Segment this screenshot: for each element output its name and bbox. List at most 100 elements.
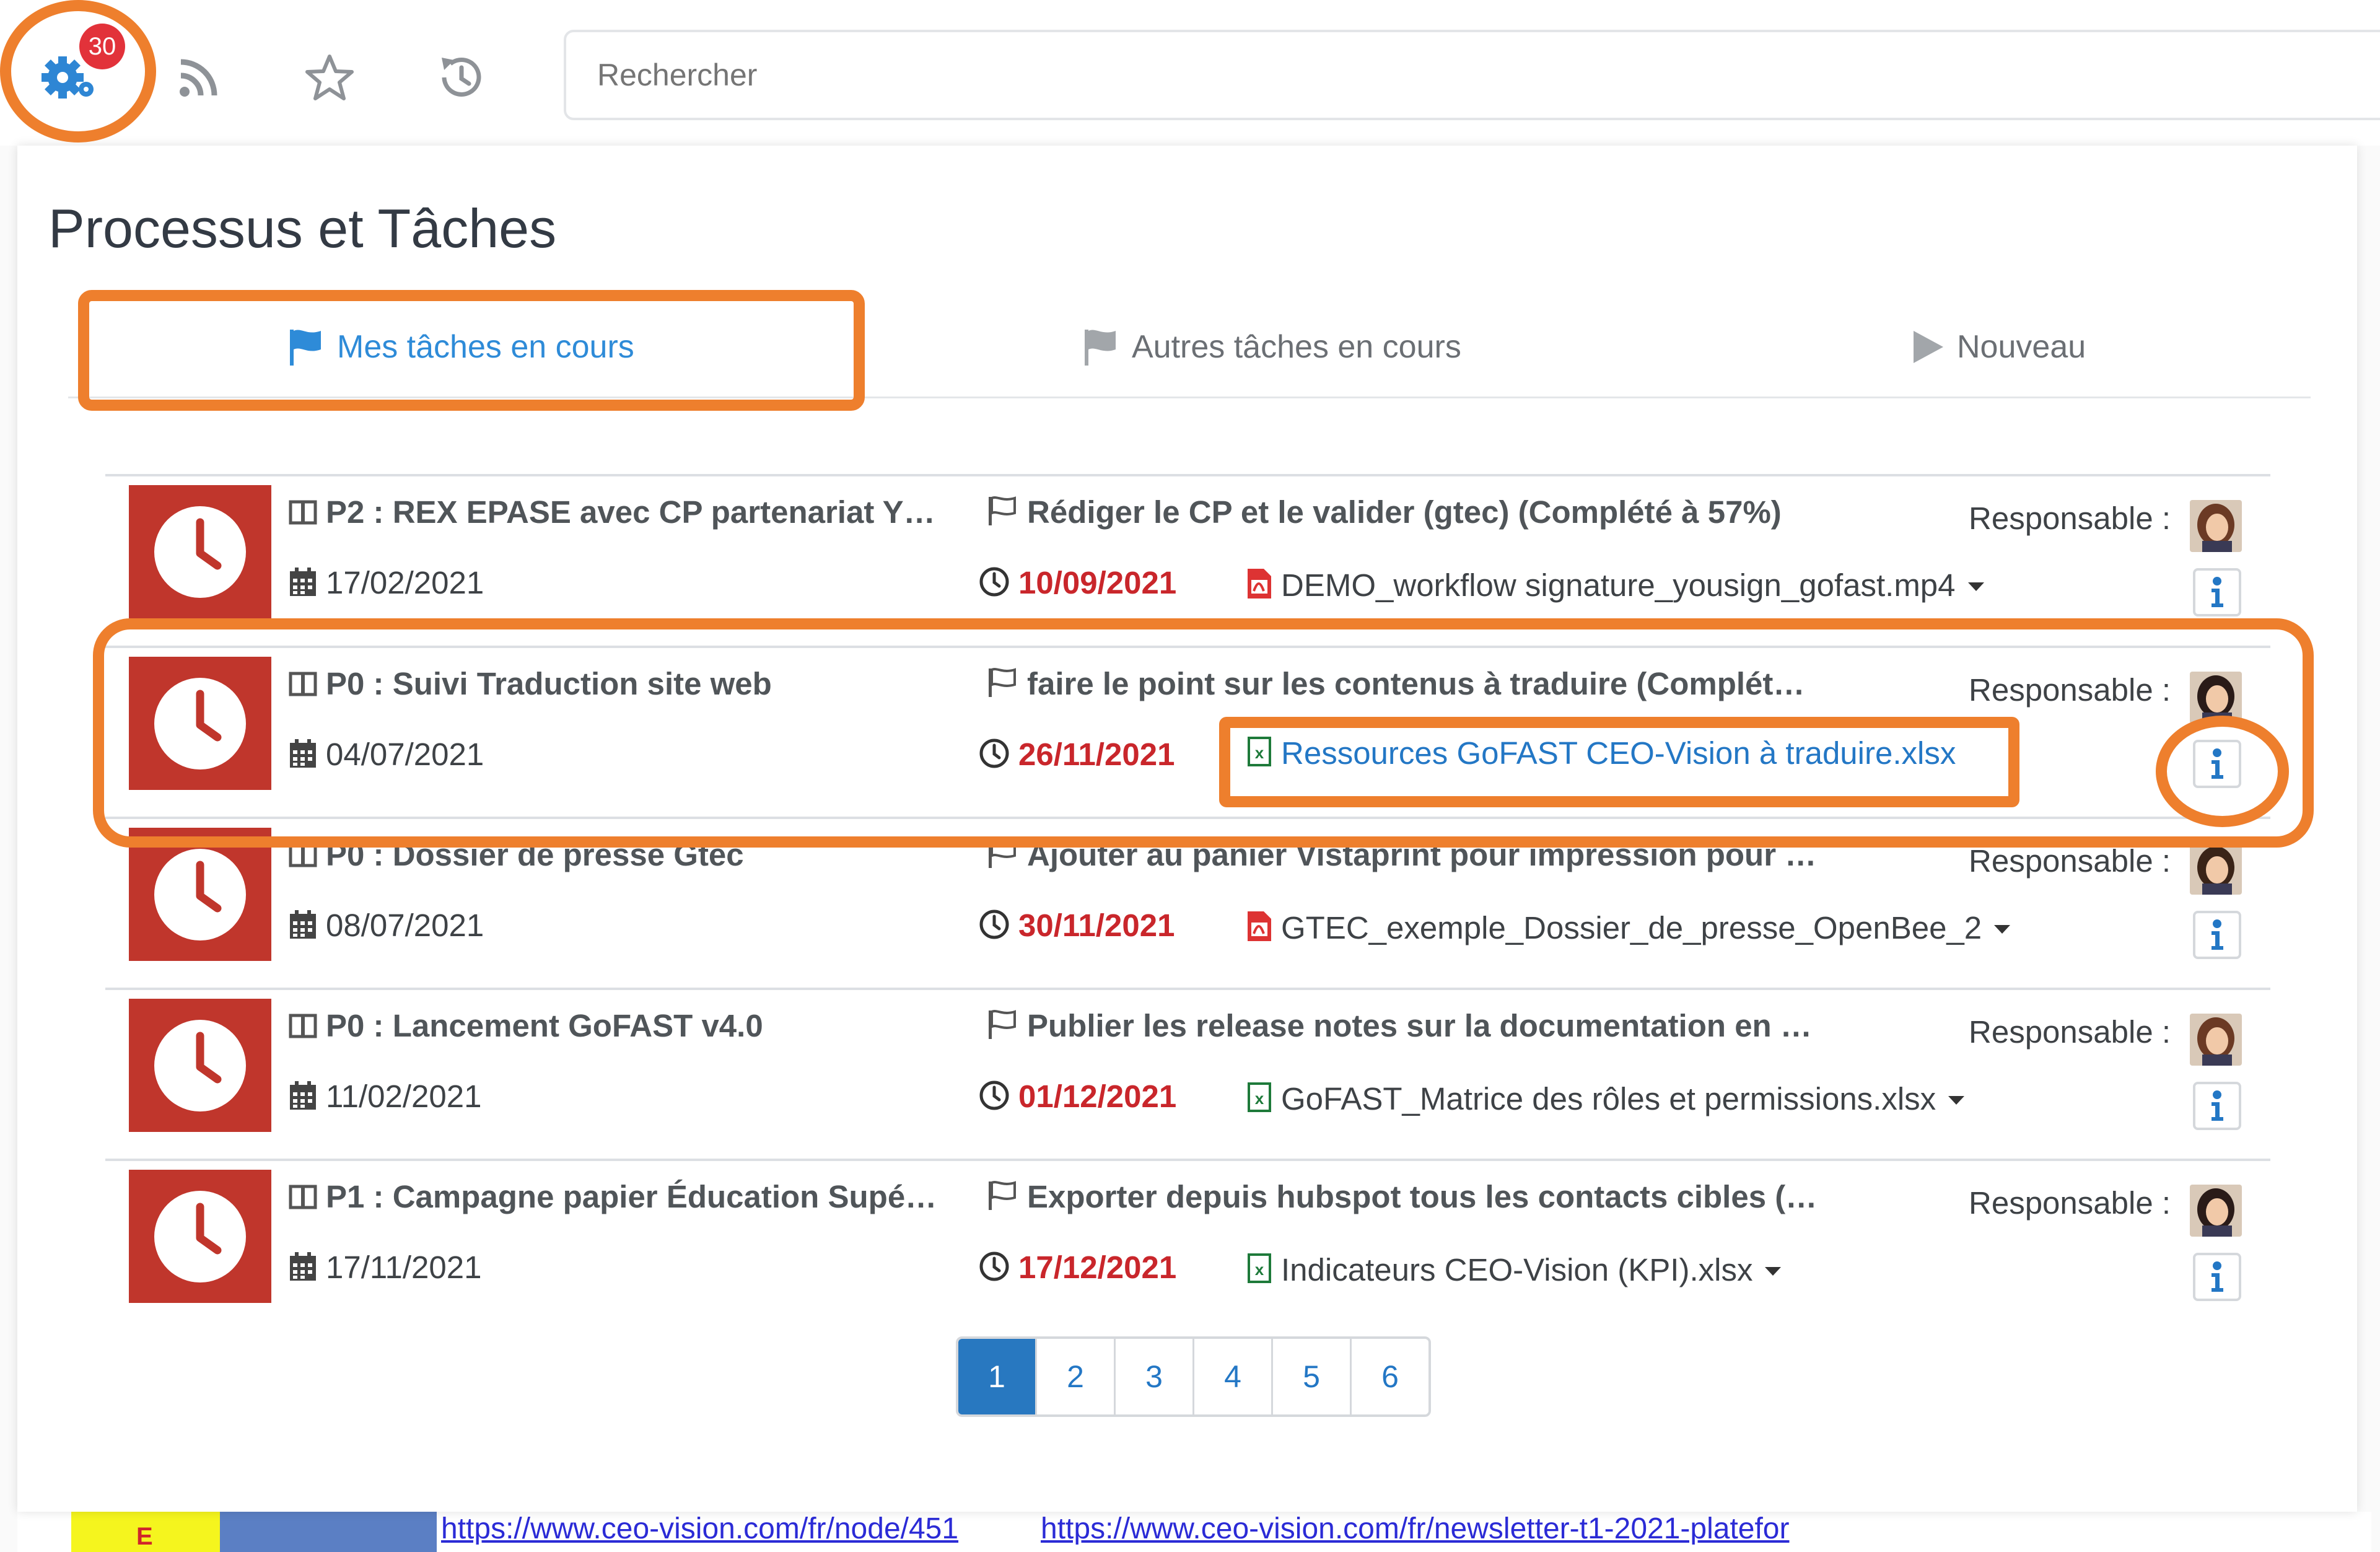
flag-outline-icon [986, 1008, 1018, 1048]
responsable-label: Responsable : [1969, 1014, 2171, 1050]
task-label: Rédiger le CP et le valider (gtec) (Comp… [1027, 494, 1782, 530]
clock-icon [979, 1080, 1010, 1118]
flag-outline-icon [986, 494, 1018, 534]
flag-icon [1081, 327, 1121, 367]
background-link: https://www.ceo-vision.com/fr/newsletter… [1041, 1512, 1790, 1545]
rss-icon[interactable] [165, 43, 233, 112]
annotation-box-tab [78, 290, 865, 411]
caret-down-icon[interactable] [1967, 563, 1985, 600]
info-button[interactable] [2193, 1253, 2241, 1301]
caret-down-icon[interactable] [1947, 1077, 1966, 1113]
caret-down-icon[interactable] [1764, 1248, 1782, 1284]
info-icon [2208, 1090, 2226, 1122]
top-toolbar: 30 [0, 0, 2380, 146]
page-5-button[interactable]: 5 [1271, 1339, 1350, 1414]
process-name[interactable]: P2 : REX EPASE avec CP partenariat Y… [289, 494, 970, 534]
due-date-value: 10/09/2021 [1018, 565, 1177, 600]
annotation-box-file [1219, 717, 2019, 807]
due-date-value: 17/12/2021 [1018, 1250, 1177, 1285]
background-cell [220, 1512, 437, 1552]
annotation-circle-gears [0, 0, 156, 142]
tab-other-tasks[interactable]: Autres tâches en cours [1081, 322, 1461, 372]
annotation-circle-info [2156, 716, 2289, 827]
calendar-icon [289, 1252, 317, 1289]
svg-text:x: x [1255, 1260, 1264, 1279]
info-icon [2208, 919, 2226, 951]
info-button[interactable] [2193, 911, 2241, 959]
task-row[interactable]: P1 : Campagne papier Éducation Supé… Expo… [105, 1159, 2270, 1331]
pdf-file-icon [1246, 568, 1272, 607]
responsable-label: Responsable : [1969, 501, 2171, 536]
attached-file[interactable]: GTEC_exemple_Dossier_de_presse_OpenBee_2 [1246, 906, 2011, 950]
avatar[interactable] [2190, 843, 2242, 895]
excel-file-icon: x [1246, 1252, 1272, 1292]
due-date-value: 01/12/2021 [1018, 1079, 1177, 1114]
task-status-clock-icon [129, 485, 271, 618]
due-date: 10/09/2021 [979, 564, 1176, 605]
info-icon [2208, 1261, 2226, 1293]
page-6-button[interactable]: 6 [1350, 1339, 1428, 1414]
background-cell-text: E [136, 1523, 153, 1550]
start-date-value: 08/07/2021 [326, 908, 484, 943]
task-name[interactable]: Publier les release notes sur la documen… [986, 1007, 1953, 1048]
tab-new[interactable]: Nouveau [1911, 322, 2086, 372]
attached-file[interactable]: DEMO_workflow signature_yousign_gofast.m… [1246, 563, 1985, 607]
due-date-value: 30/11/2021 [1018, 908, 1175, 943]
process-label: P2 : REX EPASE avec CP partenariat Y… [326, 494, 935, 530]
page-4-button[interactable]: 4 [1192, 1339, 1271, 1414]
background-link: https://www.ceo-vision.com/fr/node/451 [441, 1512, 959, 1545]
clock-icon [979, 1251, 1010, 1289]
excel-file-icon: x [1246, 1081, 1272, 1121]
play-icon [1911, 328, 1946, 366]
attached-file[interactable]: x Indicateurs CEO-Vision (KPI).xlsx [1246, 1248, 1782, 1292]
caret-down-icon[interactable] [1993, 906, 2011, 942]
task-name[interactable]: Rédiger le CP et le valider (gtec) (Comp… [986, 494, 1953, 534]
start-date-value: 11/02/2021 [326, 1079, 482, 1114]
process-name[interactable]: P0 : Lancement GoFAST v4.0 [289, 1007, 970, 1048]
svg-text:x: x [1255, 1089, 1264, 1108]
attached-file[interactable]: x GoFAST_Matrice des rôles et permissions… [1246, 1077, 1966, 1121]
background-sheet-left [0, 146, 17, 1552]
start-date-value: 17/02/2021 [326, 565, 484, 600]
clock-icon [979, 566, 1010, 605]
avatar[interactable] [2190, 1185, 2242, 1237]
due-date: 17/12/2021 [979, 1249, 1176, 1289]
tab-label: Nouveau [1957, 329, 2086, 365]
responsable-label: Responsable : [1969, 843, 2171, 879]
book-icon [289, 1011, 317, 1048]
task-name[interactable]: Exporter depuis hubspot tous les contact… [986, 1178, 1953, 1219]
book-icon [289, 1182, 317, 1219]
search-input[interactable] [564, 30, 2380, 120]
start-date: 17/02/2021 [289, 564, 484, 605]
start-date-value: 17/11/2021 [326, 1250, 482, 1285]
info-button[interactable] [2193, 568, 2241, 616]
star-icon[interactable] [295, 43, 364, 112]
panel-title: Processus et Tâches [48, 198, 557, 259]
page-2-button[interactable]: 2 [1035, 1339, 1114, 1414]
page-3-button[interactable]: 3 [1114, 1339, 1192, 1414]
calendar-icon [289, 1081, 317, 1118]
task-status-clock-icon [129, 999, 271, 1132]
task-row[interactable]: P0 : Lancement GoFAST v4.0 Publier les re… [105, 988, 2270, 1160]
calendar-icon [289, 568, 317, 605]
task-label: Exporter depuis hubspot tous les contact… [1027, 1179, 1818, 1214]
calendar-icon [289, 910, 317, 947]
process-name[interactable]: P1 : Campagne papier Éducation Supé… [289, 1178, 970, 1219]
process-label: P0 : Lancement GoFAST v4.0 [326, 1008, 763, 1043]
file-name: GTEC_exemple_Dossier_de_presse_OpenBee_2 [1281, 910, 1982, 945]
avatar[interactable] [2190, 1014, 2242, 1066]
due-date: 30/11/2021 [979, 907, 1175, 947]
info-icon [2208, 576, 2226, 608]
avatar[interactable] [2190, 500, 2242, 552]
task-status-clock-icon [129, 1170, 271, 1303]
history-icon[interactable] [427, 43, 496, 112]
start-date: 11/02/2021 [289, 1078, 481, 1118]
pdf-file-icon [1246, 910, 1272, 950]
pagination: 1 2 3 4 5 6 [956, 1336, 1431, 1417]
background-sheet-right [2357, 146, 2380, 1552]
start-date: 08/07/2021 [289, 907, 484, 947]
page-1-button[interactable]: 1 [958, 1339, 1035, 1414]
file-name: DEMO_workflow signature_yousign_gofast.m… [1281, 568, 1956, 603]
responsable-label: Responsable : [1969, 1185, 2171, 1221]
info-button[interactable] [2193, 1082, 2241, 1130]
